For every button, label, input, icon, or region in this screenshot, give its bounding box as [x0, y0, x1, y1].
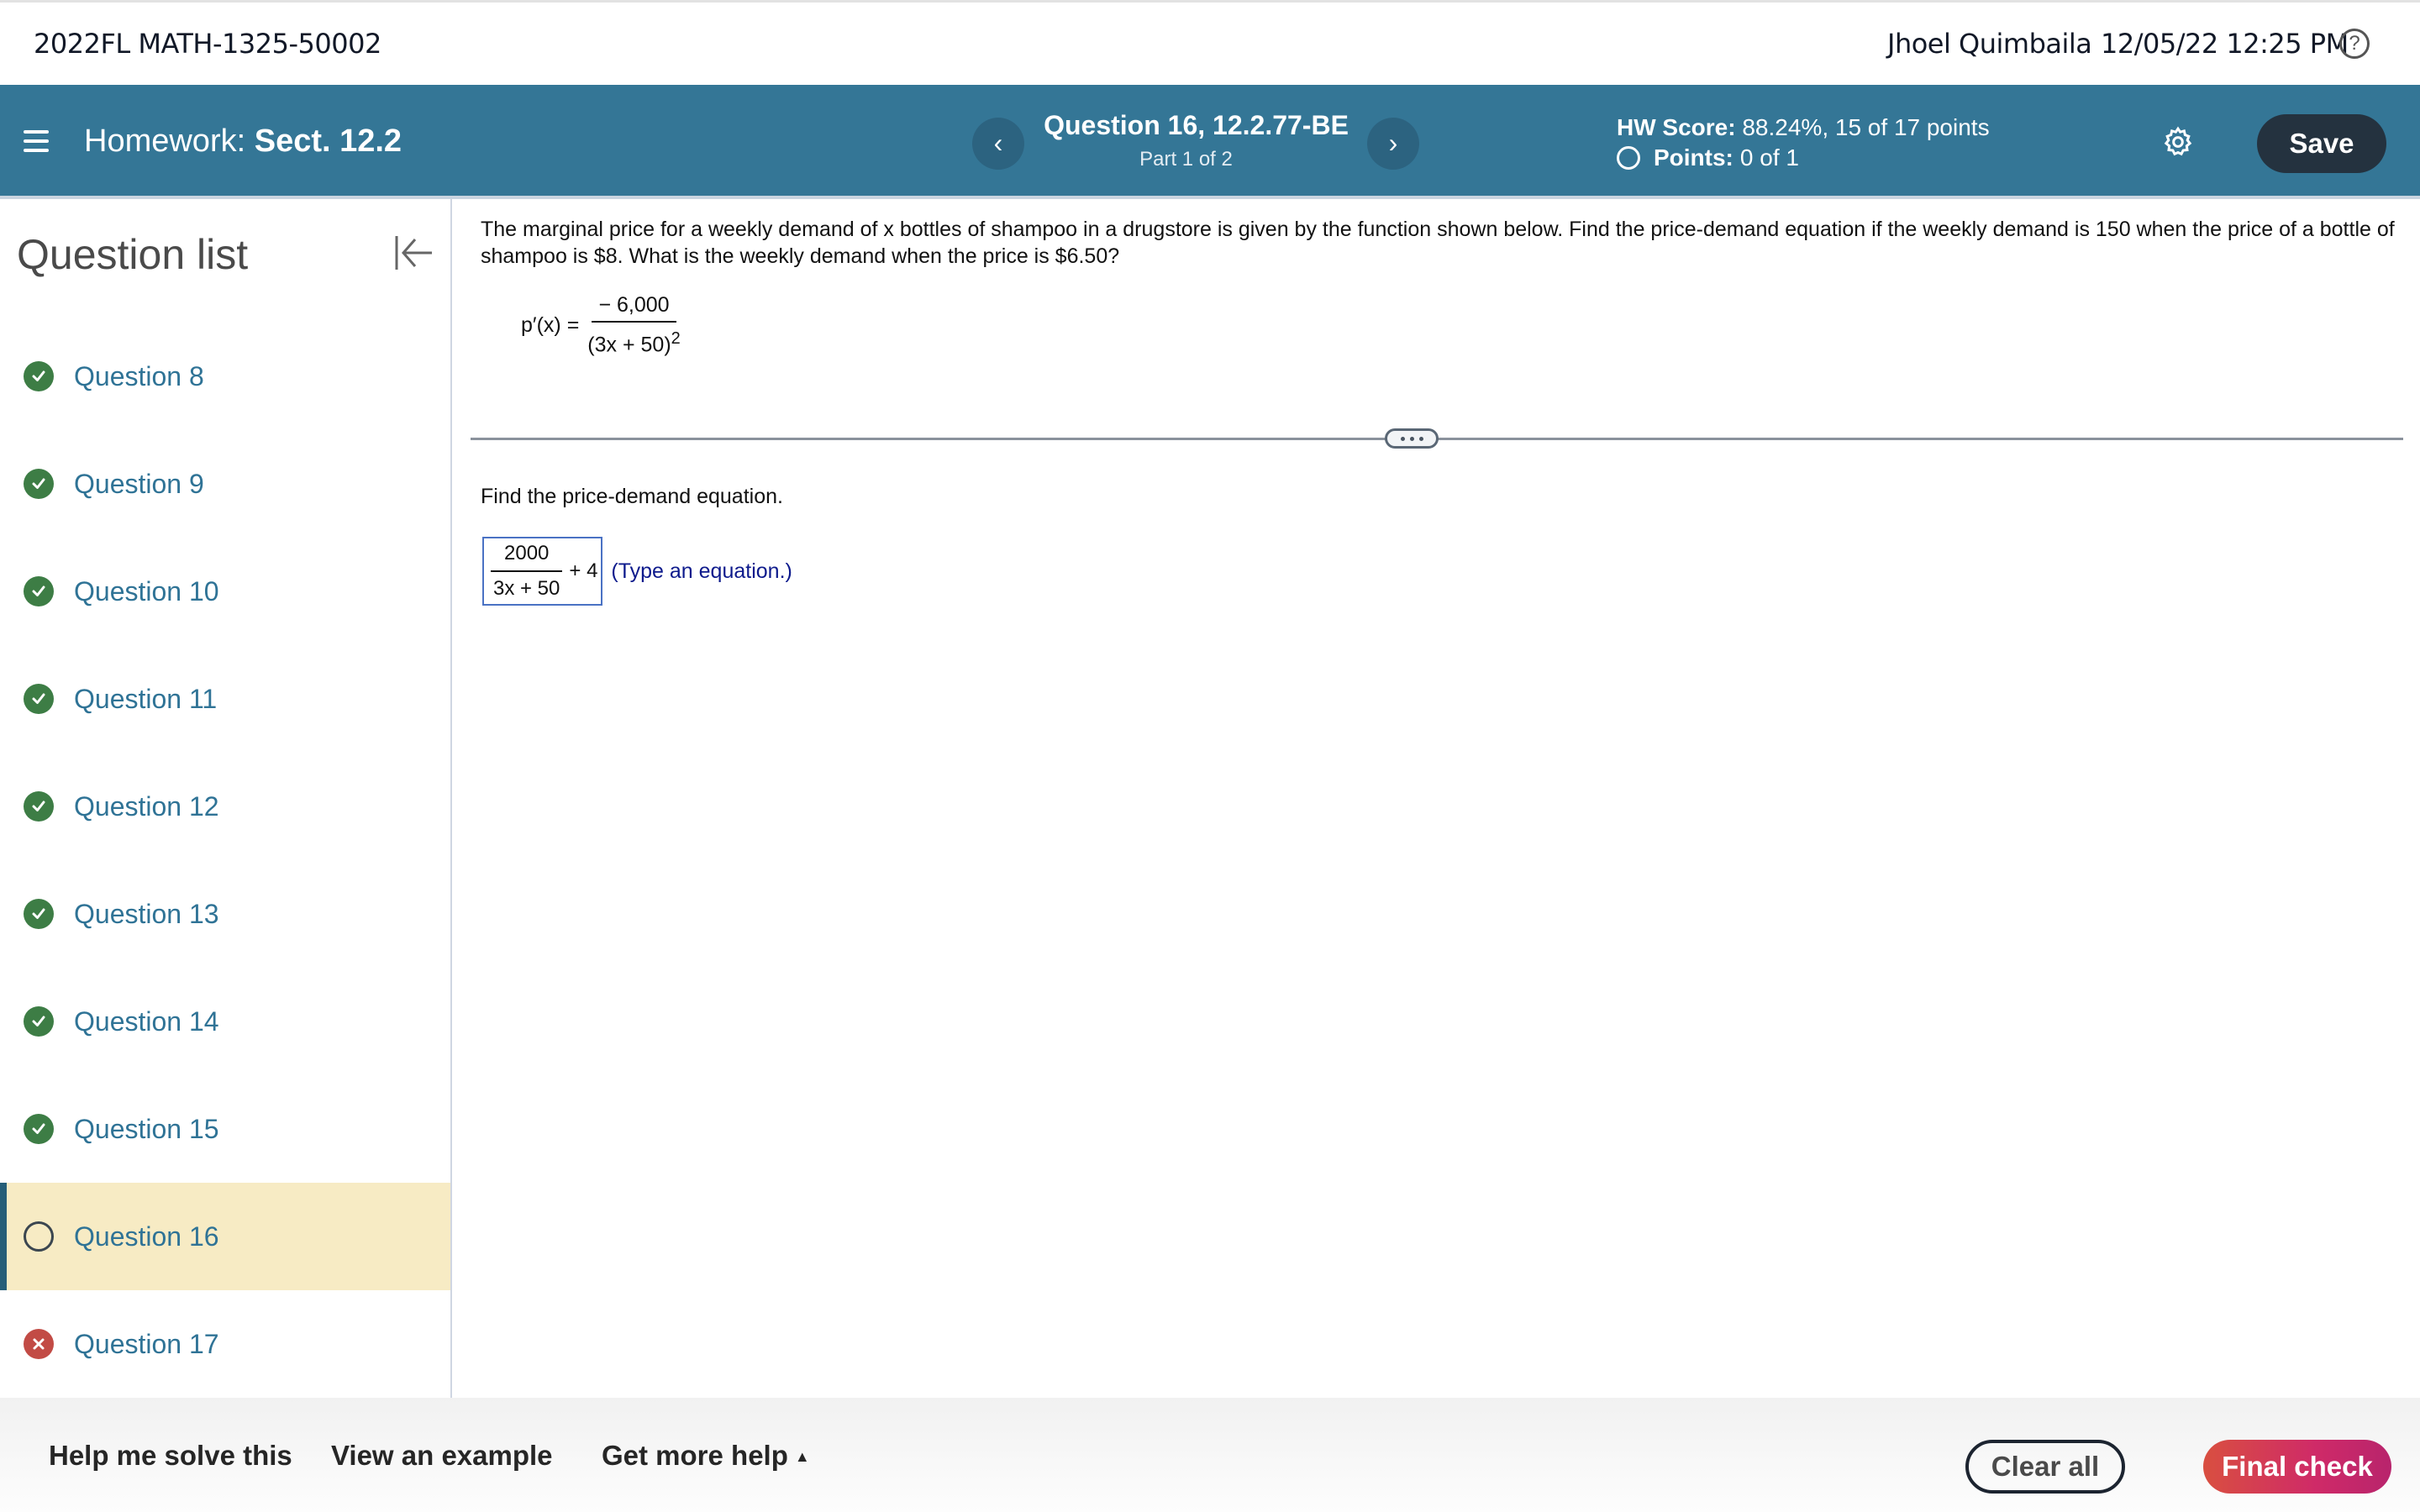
answer-input[interactable]: 2000 3x + 50 + 4	[482, 537, 603, 606]
sidebar-question-item[interactable]: Question 16	[0, 1183, 450, 1290]
sidebar-question-label: Question 13	[74, 898, 219, 929]
answer-fraction: 2000 3x + 50	[491, 542, 563, 601]
sidebar-question-label: Question 15	[74, 1113, 219, 1144]
given-formula: p′(x) = − 6,000 (3x + 50)2	[521, 293, 681, 357]
final-check-button[interactable]: Final check	[2203, 1440, 2391, 1494]
view-example-button[interactable]: View an example	[331, 1440, 553, 1472]
previous-question-button[interactable]: ‹	[972, 118, 1024, 170]
settings-gear-icon[interactable]	[2161, 125, 2195, 159]
help-me-solve-button[interactable]: Help me solve this	[49, 1440, 292, 1472]
hw-score-value: 88.24%, 15 of 17 points	[1742, 114, 1990, 140]
expand-more-button[interactable]	[1385, 428, 1439, 449]
sidebar-question-item[interactable]: Question 8	[0, 323, 450, 430]
next-question-button[interactable]: ›	[1367, 118, 1419, 170]
homework-title: Homework: Sect. 12.2	[84, 123, 402, 160]
sidebar-question-label: Question 16	[74, 1221, 219, 1252]
sidebar-question-item[interactable]: Question 15	[0, 1075, 450, 1183]
answer-row: 2000 3x + 50 + 4 (Type an equation.)	[482, 537, 792, 606]
answer-constant: + 4	[569, 559, 598, 582]
hw-score: HW Score: 88.24%, 15 of 17 points	[1617, 114, 1990, 141]
formula-numerator: − 6,000	[592, 293, 676, 323]
clear-all-button[interactable]: Clear all	[1965, 1440, 2125, 1494]
homework-name: Sect. 12.2	[254, 123, 402, 159]
question-points: Points: 0 of 1	[1617, 144, 1799, 171]
homework-prefix: Homework:	[84, 123, 246, 159]
course-title: 2022FL MATH-1325-50002	[34, 28, 381, 60]
answer-denominator: 3x + 50	[492, 577, 560, 600]
formula-fraction: − 6,000 (3x + 50)2	[587, 293, 680, 357]
save-button[interactable]: Save	[2257, 114, 2386, 173]
check-circle-icon	[24, 576, 54, 606]
formula-exponent: 2	[671, 329, 681, 348]
points-value: 0 of 1	[1739, 144, 1799, 171]
sidebar-question-label: Question 17	[74, 1328, 219, 1359]
points-label: Points:	[1654, 144, 1733, 171]
formula-lhs: p′(x) =	[521, 312, 580, 337]
caret-up-icon: ▲	[794, 1448, 810, 1465]
check-circle-icon	[24, 1114, 54, 1144]
sidebar-question-label: Question 9	[74, 468, 204, 499]
unanswered-circle-icon	[24, 1221, 54, 1252]
x-circle-icon	[24, 1329, 54, 1359]
sidebar-question-item[interactable]: Question 12	[0, 753, 450, 860]
sidebar-question-label: Question 10	[74, 575, 219, 606]
datetime: 12/05/22 12:25 PM	[2101, 28, 2349, 60]
get-more-help-label: Get more help	[602, 1440, 788, 1471]
answer-numerator: 2000	[491, 542, 563, 572]
user-name: Jhoel Quimbaila	[1887, 28, 2092, 60]
question-list-sidebar: Question list Question 8 Question 9 Questi…	[0, 199, 452, 1398]
hw-score-label: HW Score:	[1617, 114, 1736, 140]
check-circle-icon	[24, 469, 54, 499]
collapse-sidebar-icon[interactable]	[393, 234, 434, 271]
question-part: Part 1 of 2	[1139, 148, 1233, 171]
sidebar-question-label: Question 14	[74, 1005, 219, 1037]
get-more-help-button[interactable]: Get more help ▲	[602, 1440, 810, 1472]
check-circle-icon	[24, 1006, 54, 1037]
sidebar-question-item[interactable]: Question 13	[0, 860, 450, 968]
sidebar-question-item[interactable]: Question 17	[0, 1290, 450, 1398]
question-prompt: The marginal price for a weekly demand o…	[481, 218, 2395, 268]
sidebar-question-item[interactable]: Question 10	[0, 538, 450, 645]
check-circle-icon	[24, 899, 54, 929]
help-icon[interactable]: ?	[2339, 29, 2370, 59]
sidebar-question-label: Question 12	[74, 790, 219, 822]
sidebar-question-item[interactable]: Question 14	[0, 968, 450, 1075]
sidebar-question-label: Question 8	[74, 360, 204, 391]
formula-denominator: (3x + 50)2	[587, 323, 680, 357]
bottom-toolbar: Help me solve this View an example Get m…	[0, 1398, 2420, 1512]
check-circle-icon	[24, 791, 54, 822]
formula-denominator-base: (3x + 50)	[587, 333, 671, 357]
top-bar: 2022FL MATH-1325-50002 Jhoel Quimbaila 1…	[0, 0, 2420, 85]
question-content: The marginal price for a weekly demand o…	[454, 199, 2420, 1398]
part-prompt: Find the price-demand equation.	[481, 485, 783, 508]
check-circle-icon	[24, 684, 54, 714]
assignment-header: Homework: Sect. 12.2 ‹ Question 16, 12.2…	[0, 85, 2420, 199]
points-status-icon	[1617, 146, 1640, 170]
sidebar-question-item[interactable]: Question 11	[0, 645, 450, 753]
hamburger-menu-icon[interactable]	[24, 130, 49, 154]
sidebar-question-item[interactable]: Question 9	[0, 430, 450, 538]
check-circle-icon	[24, 361, 54, 391]
question-list-title: Question list	[17, 231, 249, 278]
answer-hint: (Type an equation.)	[611, 559, 792, 583]
sidebar-question-label: Question 11	[74, 683, 218, 714]
question-title: Question 16, 12.2.77-BE	[1044, 110, 1349, 140]
